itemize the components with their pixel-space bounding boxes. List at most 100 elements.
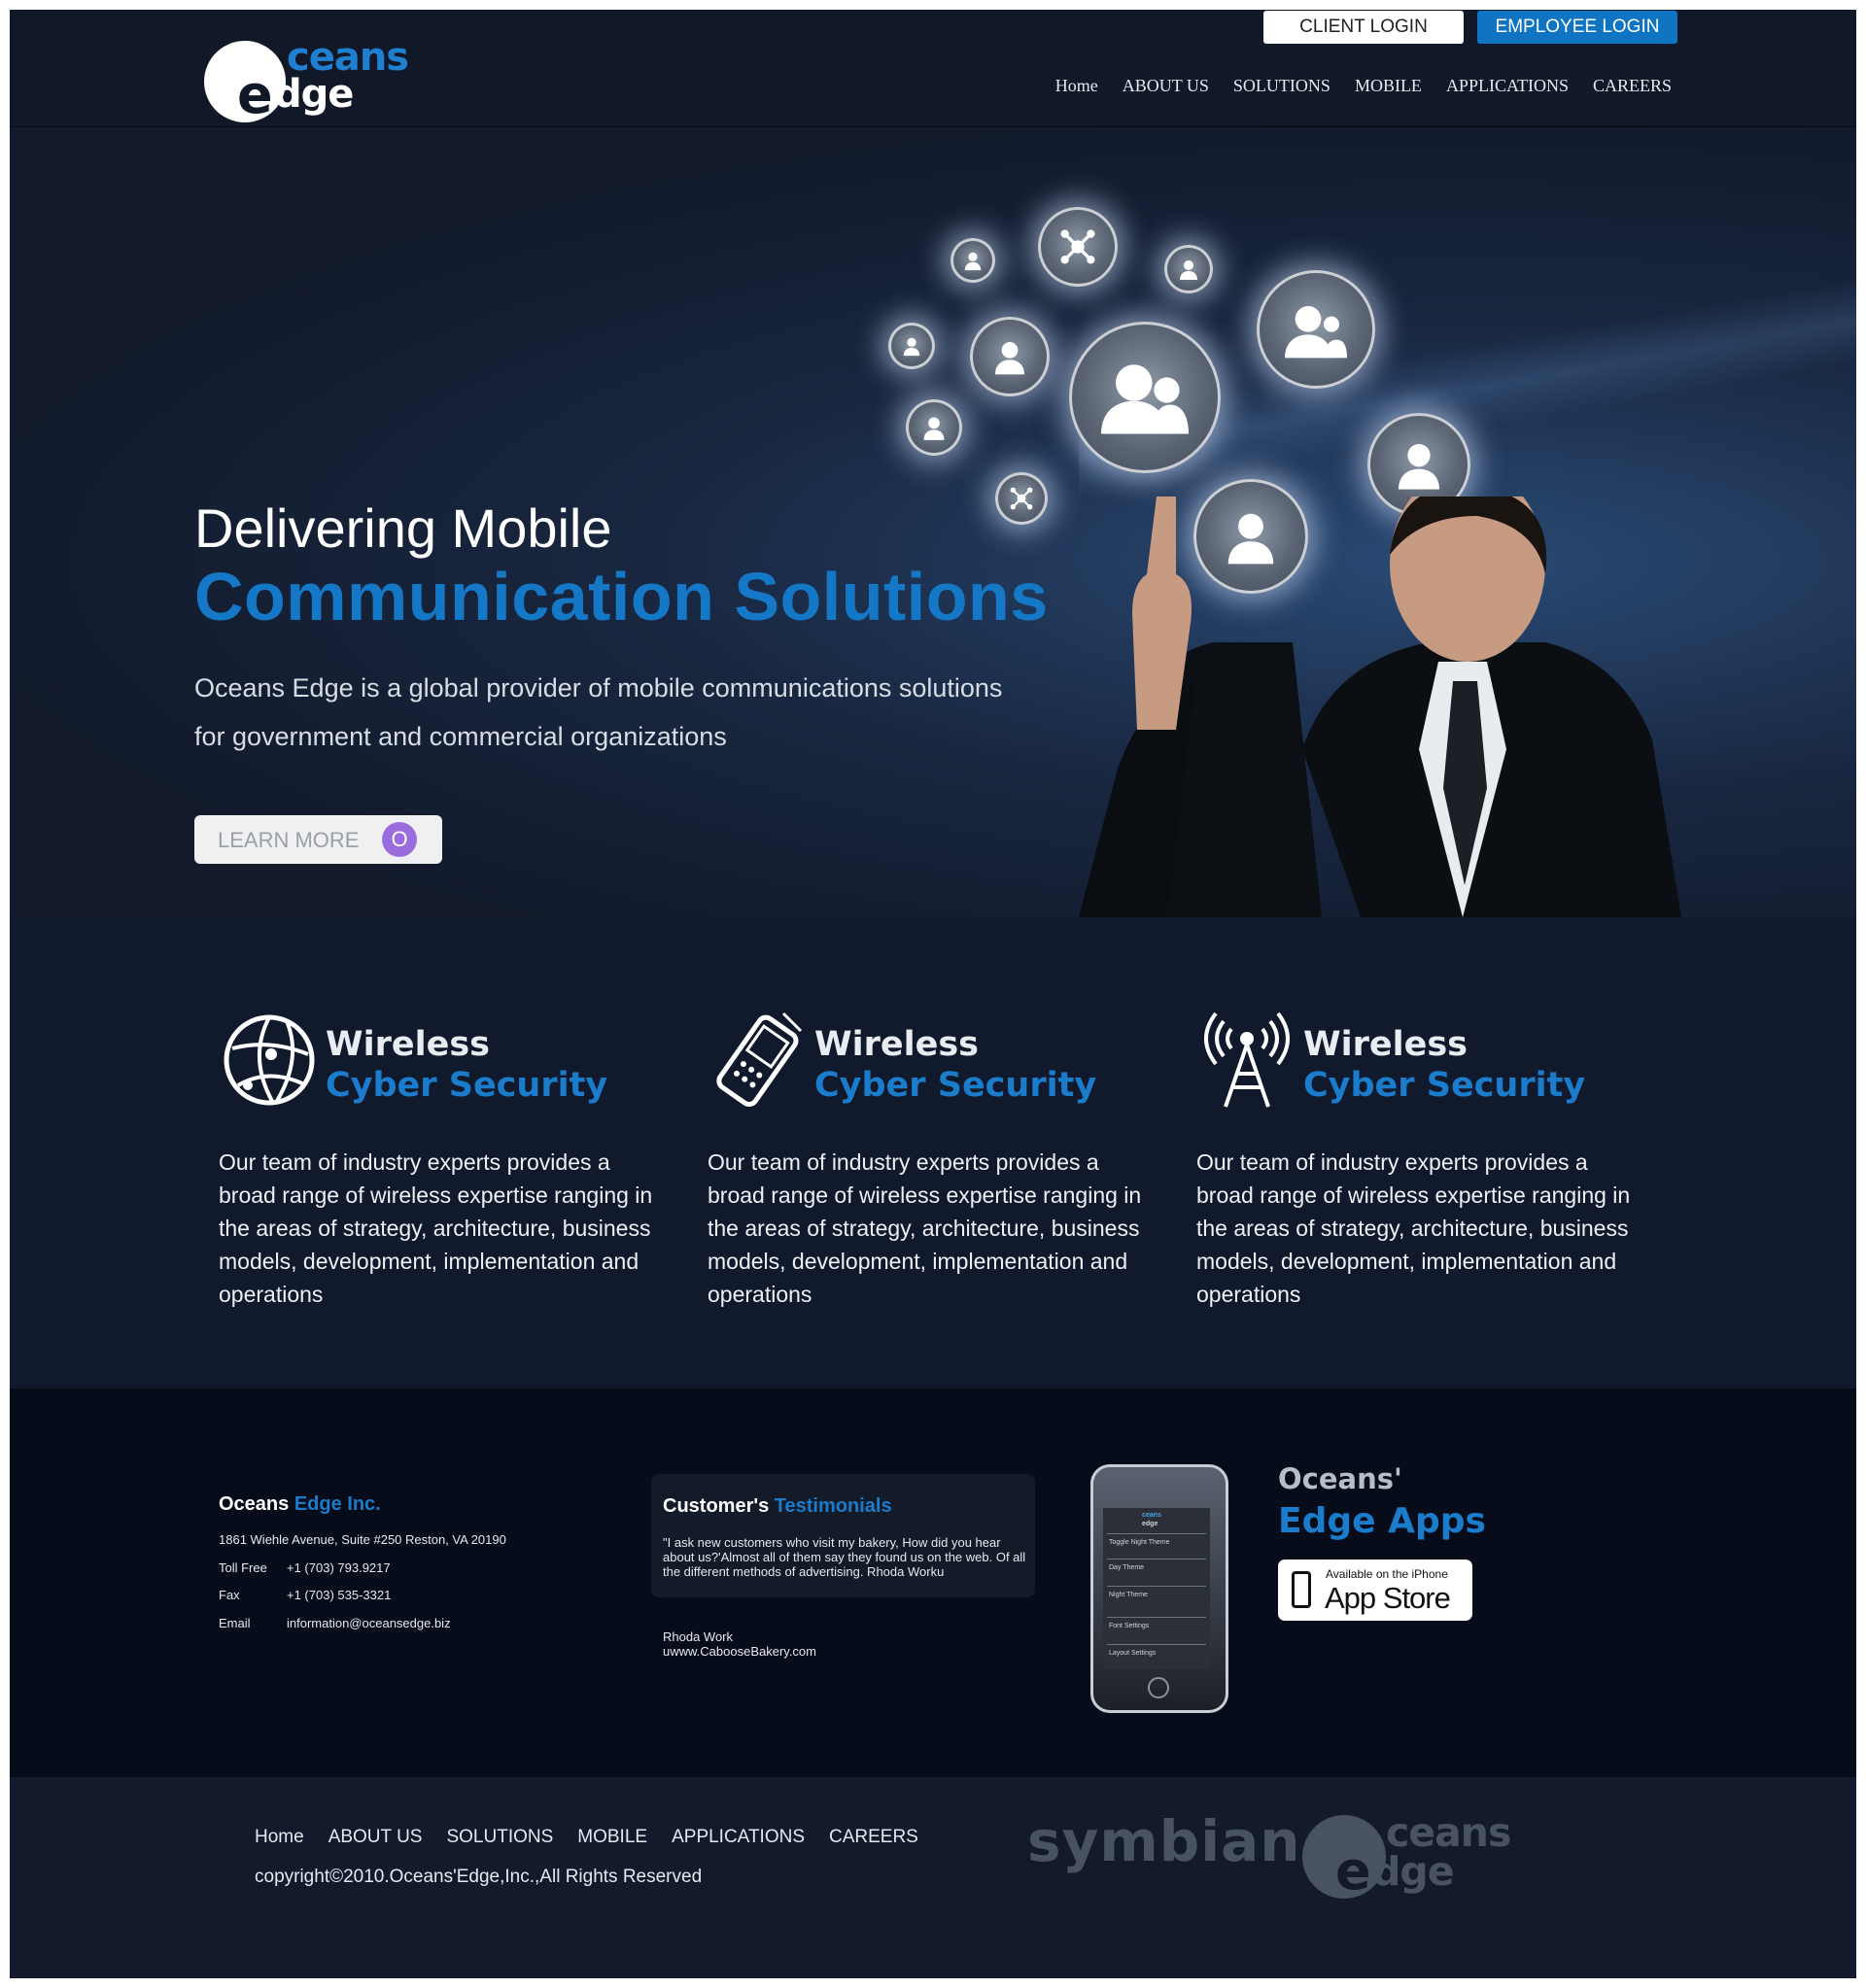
iphone-screen: ceans edge Toggle Night Theme Day Theme … [1103,1508,1210,1669]
group-bubble-icon [1257,270,1375,389]
feature-heading: Wireless [326,1025,491,1064]
contact-row: Fax +1 (703) 535-3321 [219,1588,391,1602]
antenna-tower-icon [1204,1011,1290,1108]
logo-initial: e [1335,1840,1371,1902]
app-store-text: App Store [1325,1581,1451,1615]
app-store-badge[interactable]: Available on the iPhone App Store [1278,1560,1472,1621]
screen-divider [1107,1559,1206,1560]
user-bubble-icon [1164,245,1213,293]
client-login-button[interactable]: CLIENT LOGIN [1263,11,1464,44]
feature-subheading: Cyber Security [814,1066,1097,1105]
contact-value: +1 (703) 793.9217 [287,1560,391,1575]
app-store-small-text: Available on the iPhone [1326,1567,1448,1581]
screen-row: Day Theme [1109,1564,1145,1571]
nav-about-us[interactable]: ABOUT US [1123,76,1209,96]
nav-home[interactable]: Home [1055,76,1098,96]
nav-careers[interactable]: CAREERS [1593,76,1672,96]
network-bubble-icon [1038,207,1118,287]
hero-description-line2: for government and commercial organizati… [194,722,727,751]
user-bubble-icon [970,317,1050,396]
copyright-text: copyright©2010.Oceans'Edge,Inc.,All Righ… [255,1867,703,1887]
company-name-part1: Oceans [219,1493,290,1515]
learn-more-button[interactable]: LEARN MORE O [194,815,442,864]
iphone-image: ceans edge Toggle Night Theme Day Theme … [1090,1464,1228,1713]
company-address: 1861 Wiehle Avenue, Suite #250 Reston, V… [219,1532,506,1547]
features-section: Wireless Cyber Security Our team of indu… [10,917,1856,1388]
screen-row: Font Settings [1109,1623,1150,1629]
footer-nav: Home ABOUT US SOLUTIONS MOBILE APPLICATI… [255,1827,918,1848]
company-name-part2: Edge Inc. [294,1493,381,1515]
user-bubble-icon [906,399,962,456]
page-frame: ceans e dge CLIENT LOGIN EMPLOYEE LOGIN … [10,10,1856,1978]
testimonial-website[interactable]: uwww.CabooseBakery.com [663,1644,816,1659]
contact-label: Fax [219,1588,240,1602]
feature-body: Our team of industry experts provides a … [1196,1149,1631,1307]
footer-nav-careers[interactable]: CAREERS [829,1827,918,1848]
businessman-image [1079,497,1681,917]
logo-initial: e [237,64,273,125]
site-header: ceans e dge CLIENT LOGIN EMPLOYEE LOGIN … [10,10,1856,127]
footer-oceans-edge-logo: ceans e dge [1302,1809,1536,1906]
screen-divider [1107,1533,1206,1534]
company-name: Oceans Edge Inc. [219,1493,381,1516]
globe-icon [224,1014,315,1106]
logo-text-bottom: dge [1372,1848,1455,1895]
testimonial-quote: "I ask new customers who visit my bakery… [663,1535,1026,1579]
feature-body: Our team of industry experts provides a … [219,1149,653,1307]
contact-row: Toll Free +1 (703) 793.9217 [219,1560,391,1575]
screen-row: Night Theme [1109,1592,1148,1598]
iphone-icon [1292,1571,1311,1608]
screen-row: Layout Settings [1109,1650,1157,1657]
contact-email-link[interactable]: information@oceansedge.biz [287,1616,451,1630]
network-bubble-icon [995,472,1048,525]
info-band: Oceans Edge Inc. 1861 Wiehle Avenue, Sui… [10,1388,1856,1777]
testimonial-author: Rhoda Work [663,1629,734,1644]
screen-divider [1107,1617,1206,1618]
contact-label: Email [219,1616,251,1630]
hero-title-line2: Communication Solutions [194,559,1049,634]
nav-applications[interactable]: APPLICATIONS [1446,76,1569,96]
nav-solutions[interactable]: SOLUTIONS [1233,76,1330,96]
hero-banner: Delivering Mobile Communication Solution… [10,127,1856,917]
contact-row: Email information@oceansedge.biz [219,1616,451,1630]
screen-row: Toggle Night Theme [1109,1539,1170,1546]
feature-heading: Wireless [814,1025,980,1064]
footer-nav-mobile[interactable]: MOBILE [577,1827,647,1848]
nav-mobile[interactable]: MOBILE [1355,76,1422,96]
feature-body: Our team of industry experts provides a … [708,1149,1142,1307]
group-bubble-icon [1069,322,1221,473]
apps-title-line2: Edge Apps [1278,1501,1486,1541]
hero-title-line1: Delivering Mobile [194,497,612,559]
testimonial-title-part2: Testimonials [774,1495,892,1517]
home-button-icon [1148,1677,1169,1698]
contact-label: Toll Free [219,1560,267,1575]
oceans-edge-logo[interactable]: ceans e dge [204,29,437,126]
contact-value: +1 (703) 535-3321 [287,1588,392,1602]
testimonial-title-part1: Customer's [663,1495,770,1517]
site-footer: Home ABOUT US SOLUTIONS MOBILE APPLICATI… [10,1777,1856,1978]
logo-text-bottom: dge [274,72,354,117]
learn-more-label: LEARN MORE [218,828,360,852]
footer-nav-solutions[interactable]: SOLUTIONS [446,1827,553,1848]
hero-description-line1: Oceans Edge is a global provider of mobi… [194,673,1003,703]
feature-subheading: Cyber Security [1303,1066,1586,1105]
screen-divider [1107,1586,1206,1587]
learn-more-circle-icon: O [382,822,417,857]
feature-subheading: Cyber Security [326,1066,608,1105]
testimonial-title: Customer's Testimonials [663,1495,892,1518]
main-nav: Home ABOUT US SOLUTIONS MOBILE APPLICATI… [1055,76,1672,96]
footer-nav-about-us[interactable]: ABOUT US [328,1827,423,1848]
employee-login-button[interactable]: EMPLOYEE LOGIN [1477,11,1677,44]
apps-title-line1: Oceans' [1278,1462,1402,1495]
feature-heading: Wireless [1303,1025,1469,1064]
mobile-phone-icon [716,1011,803,1108]
user-bubble-icon [950,238,995,283]
testimonial-box: Customer's Testimonials "I ask new custo… [651,1474,1035,1597]
footer-nav-applications[interactable]: APPLICATIONS [672,1827,805,1848]
footer-nav-home[interactable]: Home [255,1827,304,1848]
symbian-logo: symbian [1027,1808,1301,1874]
screen-logo-bottom: edge [1142,1521,1158,1527]
screen-logo-top: ceans [1142,1512,1161,1519]
user-bubble-icon [888,323,935,369]
screen-divider [1107,1644,1206,1645]
